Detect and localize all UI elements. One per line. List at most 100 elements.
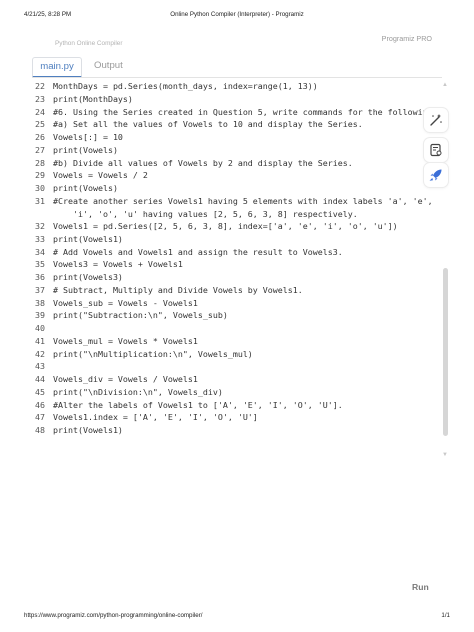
line-number: 24 (35, 106, 45, 117)
code-review-icon (430, 143, 442, 157)
print-page-number: 1/1 (441, 612, 450, 619)
code-text: Vowels[:] = 10 (53, 132, 123, 142)
code-line[interactable]: 29 Vowels = Vowels / 2 (30, 169, 430, 182)
code-text: Vowels_div = Vowels / Vowels1 (53, 374, 198, 384)
code-line[interactable]: 46 #Alter the labels of Vowels1 to ['A', … (30, 399, 430, 412)
line-number: 40 (35, 323, 45, 333)
code-text: print(Vowels) (53, 144, 118, 155)
tab-divider (32, 77, 442, 78)
line-number: 32 (35, 221, 45, 231)
line-number: 31 (35, 195, 45, 206)
code-text: print(Vowels1) (53, 425, 123, 435)
line-number: 28 (35, 157, 45, 168)
scroll-down-arrow-icon[interactable]: ▼ (442, 452, 448, 458)
code-line[interactable]: 23 print(MonthDays) (30, 93, 430, 106)
site-subtitle: Python Online Compiler (55, 40, 123, 47)
run-button[interactable]: Run (412, 582, 429, 592)
code-text: #Create another series Vowels1 having 5 … (53, 195, 433, 206)
magic-wand-icon (430, 114, 442, 126)
line-number: 26 (35, 132, 45, 142)
line-number: 46 (35, 399, 45, 410)
code-line[interactable]: 22 MonthDays = pd.Series(month_days, inde… (30, 80, 430, 93)
line-number: 43 (35, 361, 45, 372)
deploy-button[interactable] (424, 163, 448, 187)
line-number: 45 (35, 386, 45, 397)
code-text: Vowels1 = pd.Series([2, 5, 6, 3, 8], ind… (53, 221, 398, 231)
code-text: #6. Using the Series created in Question… (53, 106, 438, 117)
code-line[interactable]: 42 print("\nMultiplication:\n", Vowels_mu… (30, 348, 430, 361)
code-text: print("Subtraction:\n", Vowels_sub) (53, 310, 228, 321)
code-text: MonthDays = pd.Series(month_days, index=… (53, 81, 318, 91)
code-line[interactable]: 24 #6. Using the Series created in Questi… (30, 106, 438, 119)
code-editor[interactable]: 22 MonthDays = pd.Series(month_days, inde… (30, 80, 438, 437)
line-number: 33 (35, 233, 45, 244)
code-line[interactable]: 25 #a) Set all the values of Vowels to 10… (30, 118, 430, 131)
code-text: print(Vowels1) (53, 233, 123, 244)
line-number: 48 (35, 425, 45, 435)
code-text: print(MonthDays) (53, 93, 133, 104)
code-line[interactable]: 26 Vowels[:] = 10 (30, 131, 430, 144)
code-text: # Add Vowels and Vowels1 and assign the … (53, 246, 343, 257)
programiz-pro-link[interactable]: Programiz PRO (382, 34, 432, 43)
code-line[interactable]: 40 (30, 322, 430, 335)
line-number: 42 (35, 348, 45, 359)
code-line[interactable]: 28 #b) Divide all values of Vowels by 2 a… (30, 157, 430, 170)
code-text: Vowels_sub = Vowels - Vowels1 (53, 297, 198, 308)
code-line[interactable]: 43 (30, 360, 430, 373)
line-number: 39 (35, 310, 45, 321)
code-line[interactable]: 37 # Subtract, Multiply and Divide Vowels… (30, 284, 430, 297)
magic-wand-button[interactable] (424, 108, 448, 132)
code-text: # Subtract, Multiply and Divide Vowels b… (53, 284, 303, 295)
line-number: 38 (35, 297, 45, 308)
code-line[interactable]: 44 Vowels_div = Vowels / Vowels1 (30, 373, 430, 386)
code-text: 'i', 'o', 'u' having values [2, 5, 6, 3,… (53, 208, 358, 219)
line-number: 41 (35, 335, 45, 346)
scroll-up-arrow-icon[interactable]: ▲ (442, 82, 448, 88)
print-title: Online Python Compiler (Interpreter) - P… (170, 11, 304, 18)
line-number: 22 (35, 81, 45, 91)
editor-scrollbar[interactable] (443, 268, 448, 436)
code-line[interactable]: 31 #Create another series Vowels1 having … (30, 195, 433, 208)
code-text: print("\nMultiplication:\n", Vowels_mul) (53, 348, 253, 359)
code-text: #b) Divide all values of Vowels by 2 and… (53, 157, 353, 168)
print-header: 4/21/25, 8:28 PM Online Python Compiler … (24, 11, 450, 21)
code-line[interactable]: 35 Vowels3 = Vowels + Vowels1 (30, 258, 430, 271)
code-line[interactable]: 48 print(Vowels1) (30, 424, 430, 437)
print-footer: https://www.programiz.com/python-program… (24, 612, 450, 622)
code-line[interactable]: 27 print(Vowels) (30, 144, 430, 157)
code-line[interactable]: 36 print(Vowels3) (30, 271, 430, 284)
code-text: print("\nDivision:\n", Vowels_div) (53, 386, 223, 397)
line-number: 37 (35, 284, 45, 295)
line-number: 36 (35, 272, 45, 282)
code-line[interactable]: 32 Vowels1 = pd.Series([2, 5, 6, 3, 8], i… (30, 220, 430, 233)
tab-main-py[interactable]: main.py (32, 57, 82, 78)
code-line[interactable]: 45 print("\nDivision:\n", Vowels_div) (30, 386, 430, 399)
code-line[interactable]: 33 print(Vowels1) (30, 233, 430, 246)
code-text: Vowels = Vowels / 2 (53, 170, 148, 181)
code-text: #a) Set all the values of Vowels to 10 a… (53, 119, 363, 130)
code-review-button[interactable] (424, 138, 448, 162)
code-line[interactable]: 38 Vowels_sub = Vowels - Vowels1 (30, 297, 430, 310)
code-text: Vowels_mul = Vowels * Vowels1 (53, 335, 198, 346)
code-line[interactable]: 34 # Add Vowels and Vowels1 and assign th… (30, 246, 430, 259)
line-number: 25 (35, 119, 45, 130)
tab-output[interactable]: Output (94, 57, 123, 75)
code-text: Vowels1.index = ['A', 'E', 'I', 'O', 'U'… (53, 412, 258, 423)
code-line[interactable]: 30 print(Vowels) (30, 182, 430, 195)
line-number: 23 (35, 93, 45, 104)
code-line[interactable]: 39 print("Subtraction:\n", Vowels_sub) (30, 309, 430, 322)
line-number: 44 (35, 374, 45, 384)
code-text: print(Vowels3) (53, 272, 123, 282)
line-number: 35 (35, 259, 45, 270)
code-text: print(Vowels) (53, 183, 118, 193)
rocket-icon (429, 169, 442, 181)
print-url: https://www.programiz.com/python-program… (24, 612, 203, 619)
code-text: #Alter the labels of Vowels1 to ['A', 'E… (53, 399, 343, 410)
line-number: 29 (35, 170, 45, 181)
line-number: 34 (35, 246, 45, 257)
line-number: 30 (35, 183, 45, 193)
code-line[interactable]: 'i', 'o', 'u' having values [2, 5, 6, 3,… (30, 208, 430, 221)
line-number: 47 (35, 412, 45, 423)
code-line[interactable]: 41 Vowels_mul = Vowels * Vowels1 (30, 335, 430, 348)
code-line[interactable]: 47 Vowels1.index = ['A', 'E', 'I', 'O', '… (30, 411, 430, 424)
